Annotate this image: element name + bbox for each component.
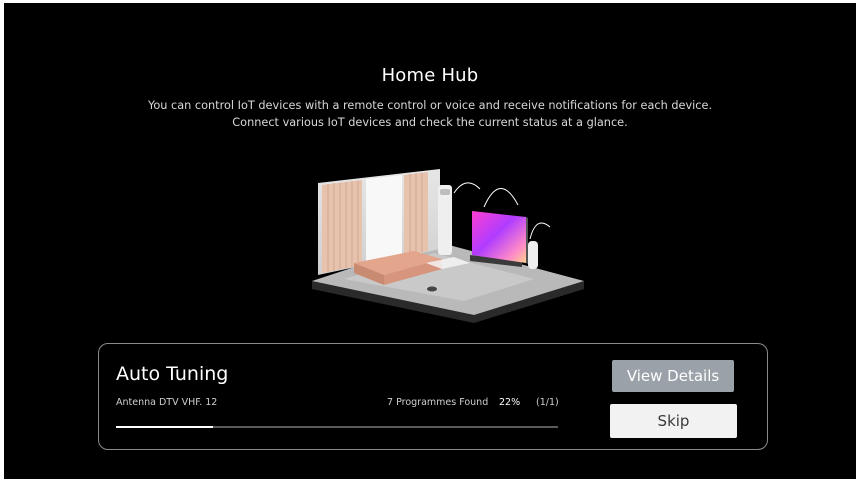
view-details-button[interactable]: View Details (612, 360, 734, 392)
description-line-1: You can control IoT devices with a remot… (147, 99, 713, 112)
programmes-found: 7 Programmes Found (387, 397, 489, 408)
auto-tuning-title: Auto Tuning (116, 363, 229, 385)
home-hub-title: Home Hub (381, 65, 479, 86)
progress-bar (116, 426, 558, 428)
tv-display (472, 211, 526, 263)
robot-vacuum (427, 286, 437, 292)
tv-screen: Home Hub You can control IoT devices wit… (4, 3, 856, 479)
page-counter: (1/1) (536, 397, 559, 408)
home-hub-description: You can control IoT devices with a remot… (4, 97, 856, 131)
small-purifier (528, 241, 538, 269)
auto-tuning-panel: Auto Tuning Antenna DTV VHF. 12 7 Progra… (98, 343, 768, 450)
progress-fill (116, 426, 214, 428)
skip-button[interactable]: Skip (610, 404, 737, 438)
description-line-2: Connect various IoT devices and check th… (232, 116, 628, 129)
smart-home-illustration (312, 169, 584, 323)
progress-percent: 22% (499, 397, 521, 408)
channel-label: Antenna DTV VHF. 12 (116, 397, 218, 408)
air-purifier (438, 185, 452, 255)
